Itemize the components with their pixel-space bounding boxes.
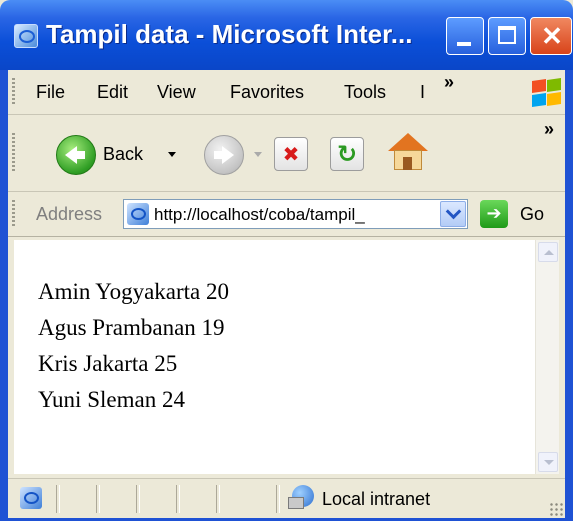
local-intranet-icon [288,485,318,511]
home-icon[interactable] [388,133,428,173]
go-arrow-icon[interactable] [480,200,508,228]
menu-favorites[interactable]: Favorites [230,82,304,103]
address-input[interactable]: http://localhost/coba/tampil_ [123,199,468,229]
maximize-button[interactable] [488,17,526,55]
menu-overflow-chevron[interactable]: » [444,72,454,93]
status-pane-divider [276,485,280,513]
address-label: Address [36,204,103,224]
page-content: Amin Yogyakarta 20 Agus Prambanan 19 Kri… [14,240,535,474]
maximize-icon [498,26,516,44]
minimize-button[interactable] [446,17,484,55]
title-bar[interactable]: Tampil data - Microsoft Inter... ✕ [0,0,573,70]
go-button-label[interactable]: Go [520,204,544,225]
toolbar-grip[interactable] [12,200,15,228]
status-pane-divider [96,485,100,513]
status-pane-divider [216,485,220,513]
status-bar: Local intranet [8,478,565,518]
status-page-icon [20,487,42,509]
forward-arrow-icon[interactable] [204,135,244,175]
forward-dropdown-arrow[interactable] [254,152,262,157]
minimize-icon [457,42,471,46]
standard-toolbar: Back » [8,115,565,192]
address-url[interactable]: http://localhost/coba/tampil_ [154,205,436,225]
resize-grip[interactable] [549,502,563,516]
status-pane-divider [56,485,60,513]
windows-logo-icon [528,78,564,108]
status-pane-divider [176,485,180,513]
window-title: Tampil data - Microsoft Inter... [46,19,413,49]
menu-view[interactable]: View [157,82,196,103]
toolbar-grip[interactable] [12,78,15,106]
menu-file[interactable]: File [36,82,65,103]
scroll-down-button[interactable] [538,452,558,472]
status-pane-divider [136,485,140,513]
scroll-up-button[interactable] [538,242,558,262]
address-dropdown-button[interactable] [440,201,466,227]
vertical-scrollbar[interactable] [535,240,559,474]
page-icon [127,203,149,225]
window-frame-right [565,68,573,521]
address-bar: Address http://localhost/coba/tampil_ Go [8,192,565,237]
data-row: Kris Jakarta 25 [38,351,178,376]
security-zone-label: Local intranet [322,489,431,509]
refresh-icon[interactable] [330,137,364,171]
back-dropdown-arrow[interactable] [168,152,176,157]
window-frame-left [0,68,8,521]
data-row: Yuni Sleman 24 [38,387,185,412]
browser-window: Tampil data - Microsoft Inter... ✕ File … [0,0,573,521]
back-button-label[interactable]: Back [103,144,143,165]
toolbar-overflow-chevron[interactable]: » [544,119,554,140]
stop-icon[interactable] [274,137,308,171]
menu-help[interactable]: I [420,82,425,103]
data-row: Amin Yogyakarta 20 [38,279,230,304]
toolbar-grip[interactable] [12,133,15,173]
close-button[interactable]: ✕ [530,17,572,55]
chevron-down-icon [445,203,462,220]
menu-tools[interactable]: Tools [344,82,386,103]
close-icon: ✕ [541,21,563,51]
back-arrow-icon[interactable] [56,135,96,175]
ie-page-icon[interactable] [14,24,38,48]
data-row: Agus Prambanan 19 [38,315,225,340]
menu-edit[interactable]: Edit [97,82,128,103]
menu-bar: File Edit View Favorites Tools I » [8,70,565,115]
